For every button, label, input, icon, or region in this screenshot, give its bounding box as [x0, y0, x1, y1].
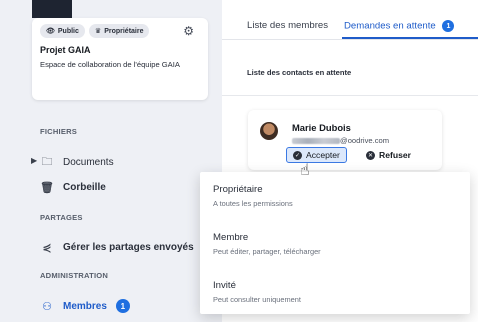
- eye-icon: 👁: [46, 28, 55, 35]
- project-card: 👁 Public ♛ Propriétaire ⚙ Projet GAIA Es…: [32, 0, 208, 100]
- tabs-bar: Liste des membres Demandes en attente 1: [222, 0, 478, 40]
- role-dropdown-menu: Propriétaire A toutes les permissions Me…: [200, 172, 470, 314]
- expand-caret-icon[interactable]: ▶: [31, 156, 37, 165]
- section-admin: ADMINISTRATION: [40, 271, 109, 280]
- redacted-email-user: [292, 138, 340, 144]
- share-icon: ⋞: [42, 242, 52, 254]
- section-shares: PARTAGES: [40, 213, 83, 222]
- contact-name: Marie Dubois: [292, 122, 351, 133]
- list-header-title: Liste des contacts en attente: [247, 68, 352, 77]
- users-icon: ⚇: [42, 300, 52, 313]
- trash-icon: 🗑: [40, 182, 54, 194]
- refuse-button[interactable]: ✕ Refuser: [366, 148, 411, 162]
- list-header: Liste des contacts en attente: [222, 50, 478, 96]
- tab-pending-requests[interactable]: Demandes en attente 1: [344, 20, 455, 32]
- sidebar-item-members[interactable]: ⚇ Membres 1: [40, 299, 130, 313]
- project-badges: 👁 Public ♛ Propriétaire: [40, 24, 200, 38]
- project-description: Espace de collaboration de l'équipe GAIA: [40, 60, 180, 69]
- sidebar-item-shares[interactable]: ⋞ Gérer les partages envoyés: [40, 241, 193, 254]
- members-count-badge: 1: [115, 299, 130, 313]
- tab-members-list[interactable]: Liste des membres: [247, 20, 328, 31]
- folder-icon: 🗀: [41, 156, 53, 168]
- avatar: [260, 122, 278, 140]
- gear-icon[interactable]: ⚙: [183, 24, 194, 38]
- active-tab-indicator: [342, 37, 478, 39]
- menu-item-guest[interactable]: Invité Peut consulter uniquement: [213, 280, 301, 304]
- sidebar-item-trash[interactable]: 🗑 Corbeille: [40, 181, 106, 194]
- public-badge: 👁 Public: [40, 24, 85, 38]
- check-icon: ✓: [293, 150, 302, 160]
- hand-cursor-icon: ☝: [300, 162, 310, 179]
- sidebar: 👁 Public ♛ Propriétaire ⚙ Projet GAIA Es…: [0, 0, 222, 322]
- close-icon: ✕: [366, 150, 375, 160]
- section-files: FICHIERS: [40, 127, 78, 136]
- contact-card: Marie Dubois @oodrive.com ✓ Accepter ✕ R…: [248, 110, 442, 170]
- contact-email: @oodrive.com: [292, 136, 389, 145]
- project-title: Projet GAIA: [40, 45, 91, 55]
- crown-icon: ♛: [94, 28, 102, 35]
- sidebar-item-documents[interactable]: 🗀 Documents: [40, 153, 114, 172]
- menu-item-owner[interactable]: Propriétaire A toutes les permissions: [213, 184, 293, 208]
- accept-button[interactable]: ✓ Accepter: [286, 147, 347, 163]
- owner-badge: ♛ Propriétaire: [88, 24, 150, 38]
- menu-item-member[interactable]: Membre Peut éditer, partager, télécharge…: [213, 232, 321, 256]
- pending-count-badge: 1: [442, 20, 455, 32]
